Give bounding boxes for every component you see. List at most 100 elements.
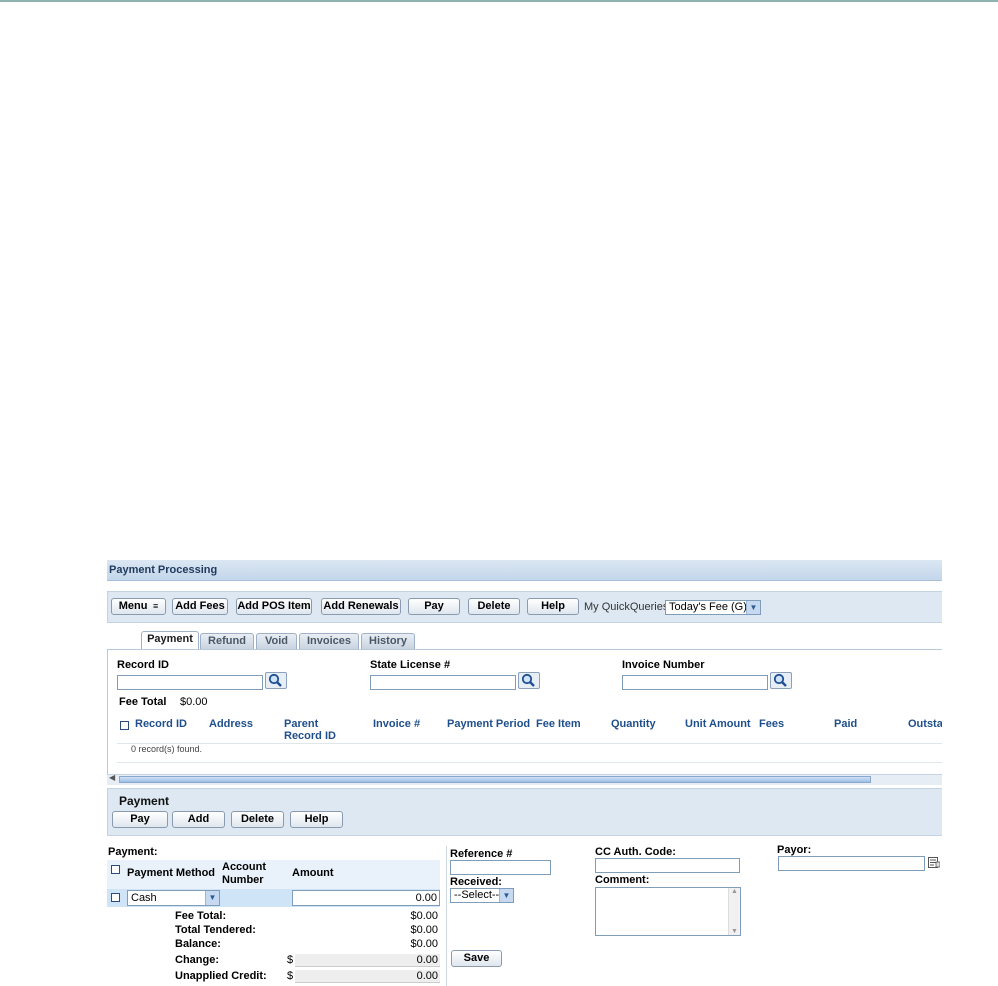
invoice-number-search-button[interactable] [770,672,792,689]
chevron-down-icon: ▼ [205,891,219,905]
payor-lookup-button[interactable] [928,856,941,869]
payment-help-button[interactable]: Help [290,811,343,828]
col-invoice-number[interactable]: Invoice # [373,718,420,730]
payment-add-button[interactable]: Add [172,811,225,828]
menu-dropdown-icon: ≡ [150,601,159,611]
scroll-left-icon[interactable]: ◀ [109,773,115,782]
received-selected-value: --Select-- [454,889,500,901]
grid-horizontal-scrollbar[interactable]: ◀ [107,773,942,785]
col-paid[interactable]: Paid [834,718,857,730]
payment-section-label: Payment: [108,846,158,858]
unapplied-credit-label: Unapplied Credit: [175,970,267,982]
quickqueries-selected-value: Today's Fee (G) [669,601,747,613]
pay-button[interactable]: Pay [408,598,460,615]
scroll-up-icon[interactable]: ▲ [731,888,738,895]
payment-pay-button[interactable]: Pay [112,811,168,828]
comment-textarea[interactable]: ▲ ▼ [595,887,741,936]
main-toolbar [107,591,942,623]
invoice-number-input[interactable] [622,675,768,690]
record-id-label: Record ID [117,659,169,671]
payor-label: Payor: [777,844,812,856]
scroll-down-icon[interactable]: ▼ [731,928,738,935]
payment-method-value: Cash [131,892,157,904]
balance-label: Balance: [175,938,221,950]
help-button[interactable]: Help [527,598,579,615]
col-address[interactable]: Address [209,718,253,730]
top-border-line [0,0,998,2]
payment-processing-app: Payment Processing Menu ≡ Add Fees Add P… [107,560,942,986]
form-column-divider [446,846,447,986]
payment-amount-input[interactable] [292,890,440,906]
tab-payment[interactable]: Payment [141,631,199,650]
grid-divider [117,743,942,744]
col-record-id[interactable]: Record ID [135,718,187,730]
quickqueries-label: My QuickQueries [584,601,669,613]
col-payment-period[interactable]: Payment Period [447,718,530,730]
invoice-number-label: Invoice Number [622,659,705,671]
page-title-bar: Payment Processing [107,560,942,581]
col-fees[interactable]: Fees [759,718,784,730]
received-select[interactable]: --Select-- ▼ [450,888,514,903]
col-parent-record-id[interactable]: Parent Record ID [284,718,358,742]
reference-number-label: Reference # [450,848,513,860]
tab-invoices[interactable]: Invoices [299,633,359,649]
payment-delete-button[interactable]: Delete [231,811,284,828]
change-value: 0.00 [295,954,440,967]
col-fee-item[interactable]: Fee Item [536,718,581,730]
tab-void[interactable]: Void [256,633,297,649]
reference-number-input[interactable] [450,860,551,875]
comment-label: Comment: [595,874,650,886]
state-license-input[interactable] [370,675,516,690]
add-renewals-button[interactable]: Add Renewals [321,598,401,615]
record-id-search-button[interactable] [265,672,287,689]
col-outstanding[interactable]: Outstanding [908,718,942,730]
col-unit-amount[interactable]: Unit Amount [685,718,751,730]
tab-refund[interactable]: Refund [200,633,254,649]
state-license-search-button[interactable] [518,672,540,689]
scrollbar-thumb[interactable] [119,776,871,783]
quickqueries-select[interactable]: Today's Fee (G) ▼ [665,600,761,615]
tab-history[interactable]: History [361,633,415,649]
select-all-records-checkbox[interactable] [120,721,129,730]
cc-auth-code-input[interactable] [595,858,740,873]
comment-scrollbar[interactable]: ▲ ▼ [728,888,740,935]
menu-button[interactable]: Menu ≡ [111,598,166,615]
fee-total-summary-value: $0.00 [410,910,438,922]
grid-bottom-divider [117,762,942,763]
menu-button-label: Menu [118,600,148,612]
grid-empty-message: 0 record(s) found. [131,744,203,754]
col-account-number: Account Number [222,861,266,886]
unapplied-credit-value: 0.00 [295,970,440,983]
payment-method-select[interactable]: Cash ▼ [127,890,220,906]
col-payment-method: Payment Method [127,867,216,879]
received-label: Received: [450,876,502,888]
col-amount: Amount [292,867,334,879]
delete-button[interactable]: Delete [468,598,520,615]
add-fees-button[interactable]: Add Fees [172,598,228,615]
fee-total-label: Fee Total [119,696,167,708]
add-pos-item-button[interactable]: Add POS Item [236,598,312,615]
payment-tab-panel [107,649,942,784]
payment-box-title: Payment [119,794,170,808]
page-title: Payment Processing [109,564,218,576]
record-id-input[interactable] [117,675,263,690]
save-button[interactable]: Save [451,950,502,967]
state-license-label: State License # [370,659,451,671]
payor-input[interactable] [778,856,925,871]
contact-lookup-icon [928,857,941,868]
chevron-down-icon: ▼ [746,601,760,614]
fee-total-summary-label: Fee Total: [175,910,227,922]
balance-value: $0.00 [410,938,438,950]
total-tendered-value: $0.00 [410,924,438,936]
payment-row-checkbox[interactable] [111,893,120,902]
search-icon [773,673,787,687]
fee-total-value: $0.00 [180,696,208,708]
change-currency: $ [287,954,294,966]
chevron-down-icon: ▼ [499,889,513,902]
col-quantity[interactable]: Quantity [611,718,656,730]
search-icon [268,673,282,687]
cc-auth-code-label: CC Auth. Code: [595,846,676,858]
select-all-payments-checkbox[interactable] [111,865,120,874]
search-icon [521,673,535,687]
change-label: Change: [175,954,219,966]
